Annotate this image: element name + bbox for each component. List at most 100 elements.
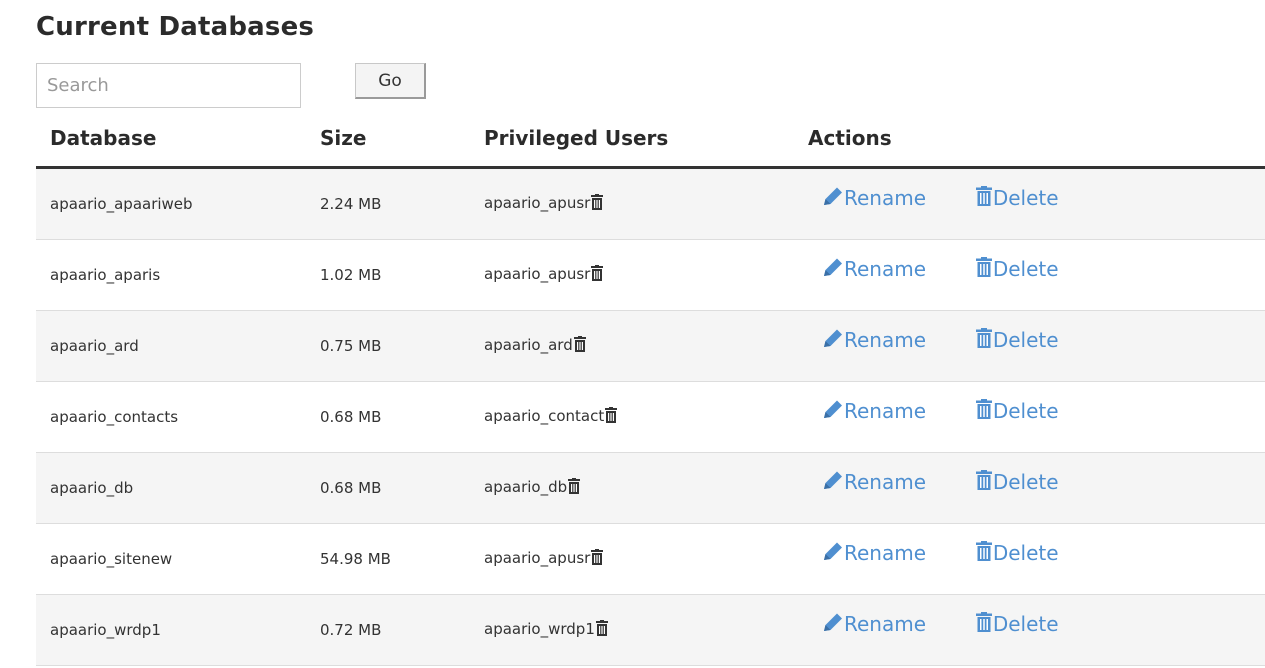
database-name[interactable]: apaario_contacts xyxy=(50,408,178,426)
rename-button[interactable]: Rename xyxy=(822,328,926,353)
trash-icon[interactable] xyxy=(591,265,604,285)
size-cell: 0.72 MB xyxy=(320,594,484,666)
page-title: Current Databases xyxy=(36,12,315,42)
rename-button[interactable]: Rename xyxy=(822,399,926,424)
table-row: apaario_apaariweb 2.24 MB apaario_apusr … xyxy=(36,167,1265,240)
rename-button[interactable]: Rename xyxy=(822,470,926,495)
privileged-users-cell: apaario_apusr xyxy=(484,239,808,311)
rename-label: Rename xyxy=(844,541,927,565)
database-size: 54.98 MB xyxy=(320,550,391,568)
delete-label: Delete xyxy=(992,612,1059,636)
actions-cell: Rename Delete xyxy=(808,167,1265,240)
privileged-users-cell: apaario_db xyxy=(484,452,808,524)
pencil-icon xyxy=(822,541,844,566)
delete-label: Delete xyxy=(992,470,1059,494)
delete-button[interactable]: Delete xyxy=(975,540,1059,566)
rename-label: Rename xyxy=(844,328,927,352)
trash-icon xyxy=(975,540,993,566)
privileged-user-link[interactable]: apaario_db xyxy=(484,478,567,496)
pencil-icon xyxy=(822,399,844,424)
column-header-database: Database xyxy=(36,110,320,169)
table-row: apaario_wrdp1 0.72 MB apaario_wrdp1 Rena… xyxy=(36,594,1265,666)
size-cell: 0.68 MB xyxy=(320,381,484,453)
column-header-size: Size xyxy=(320,110,484,169)
delete-button[interactable]: Delete xyxy=(975,469,1059,495)
delete-button[interactable]: Delete xyxy=(975,398,1059,424)
database-size: 0.72 MB xyxy=(320,621,382,639)
delete-button[interactable]: Delete xyxy=(975,256,1059,282)
delete-label: Delete xyxy=(992,257,1059,281)
rename-button[interactable]: Rename xyxy=(822,612,926,637)
delete-label: Delete xyxy=(992,399,1059,423)
delete-button[interactable]: Delete xyxy=(975,611,1059,637)
trash-icon[interactable] xyxy=(591,194,604,214)
database-name-cell: apaario_ard xyxy=(36,310,320,382)
rename-label: Rename xyxy=(844,257,927,281)
database-name-cell: apaario_sitenew xyxy=(36,523,320,595)
pencil-icon xyxy=(822,257,844,282)
go-button[interactable]: Go xyxy=(355,63,426,99)
rename-button[interactable]: Rename xyxy=(822,257,926,282)
pencil-icon xyxy=(822,612,844,637)
rename-label: Rename xyxy=(844,612,927,636)
database-name[interactable]: apaario_apaariweb xyxy=(50,195,193,213)
delete-button[interactable]: Delete xyxy=(975,327,1059,353)
delete-label: Delete xyxy=(992,186,1059,210)
database-size: 1.02 MB xyxy=(320,266,382,284)
rename-label: Rename xyxy=(844,186,927,210)
trash-icon xyxy=(975,185,993,211)
trash-icon[interactable] xyxy=(595,620,608,640)
trash-icon xyxy=(975,256,993,282)
privileged-users-cell: apaario_ard xyxy=(484,310,808,382)
trash-icon xyxy=(975,611,993,637)
actions-cell: Rename Delete xyxy=(808,310,1265,382)
database-name[interactable]: apaario_wrdp1 xyxy=(50,621,161,639)
size-cell: 0.75 MB xyxy=(320,310,484,382)
rename-button[interactable]: Rename xyxy=(822,186,926,211)
database-name-cell: apaario_db xyxy=(36,452,320,524)
database-name-cell: apaario_apaariweb xyxy=(36,167,320,240)
pencil-icon xyxy=(822,186,844,211)
size-cell: 1.02 MB xyxy=(320,239,484,311)
database-name[interactable]: apaario_db xyxy=(50,479,133,497)
database-name-cell: apaario_wrdp1 xyxy=(36,594,320,666)
database-name-cell: apaario_contacts xyxy=(36,381,320,453)
privileged-user-link[interactable]: apaario_apusr xyxy=(484,194,590,212)
search-input[interactable] xyxy=(36,63,301,108)
privileged-user-link[interactable]: apaario_wrdp1 xyxy=(484,620,595,638)
actions-cell: Rename Delete xyxy=(808,452,1265,524)
trash-icon[interactable] xyxy=(573,336,586,356)
database-size: 0.75 MB xyxy=(320,337,382,355)
privileged-users-cell: apaario_wrdp1 xyxy=(484,594,808,666)
table-row: apaario_ard 0.75 MB apaario_ard Rename D… xyxy=(36,310,1265,382)
privileged-users-cell: apaario_apusr xyxy=(484,523,808,595)
trash-icon xyxy=(975,469,993,495)
actions-cell: Rename Delete xyxy=(808,594,1265,666)
pencil-icon xyxy=(822,470,844,495)
delete-button[interactable]: Delete xyxy=(975,185,1059,211)
database-name[interactable]: apaario_ard xyxy=(50,337,139,355)
column-header-actions: Actions xyxy=(808,110,1265,169)
privileged-user-link[interactable]: apaario_contact xyxy=(484,407,604,425)
table-row: apaario_aparis 1.02 MB apaario_apusr Ren… xyxy=(36,239,1265,311)
table-row: apaario_sitenew 54.98 MB apaario_apusr R… xyxy=(36,523,1265,595)
trash-icon[interactable] xyxy=(591,549,604,569)
privileged-user-link[interactable]: apaario_apusr xyxy=(484,549,590,567)
actions-cell: Rename Delete xyxy=(808,381,1265,453)
table-row: apaario_db 0.68 MB apaario_db Rename Del… xyxy=(36,452,1265,524)
database-name[interactable]: apaario_aparis xyxy=(50,266,160,284)
actions-cell: Rename Delete xyxy=(808,239,1265,311)
rename-label: Rename xyxy=(844,399,927,423)
trash-icon xyxy=(975,327,993,353)
rename-button[interactable]: Rename xyxy=(822,541,926,566)
size-cell: 0.68 MB xyxy=(320,452,484,524)
trash-icon[interactable] xyxy=(605,407,618,427)
rename-label: Rename xyxy=(844,470,927,494)
privileged-user-link[interactable]: apaario_ard xyxy=(484,336,573,354)
delete-label: Delete xyxy=(992,328,1059,352)
trash-icon[interactable] xyxy=(568,478,581,498)
size-cell: 2.24 MB xyxy=(320,167,484,240)
table-header-row: Database Size Privileged Users Actions xyxy=(36,110,1265,169)
privileged-user-link[interactable]: apaario_apusr xyxy=(484,265,590,283)
database-name[interactable]: apaario_sitenew xyxy=(50,550,172,568)
